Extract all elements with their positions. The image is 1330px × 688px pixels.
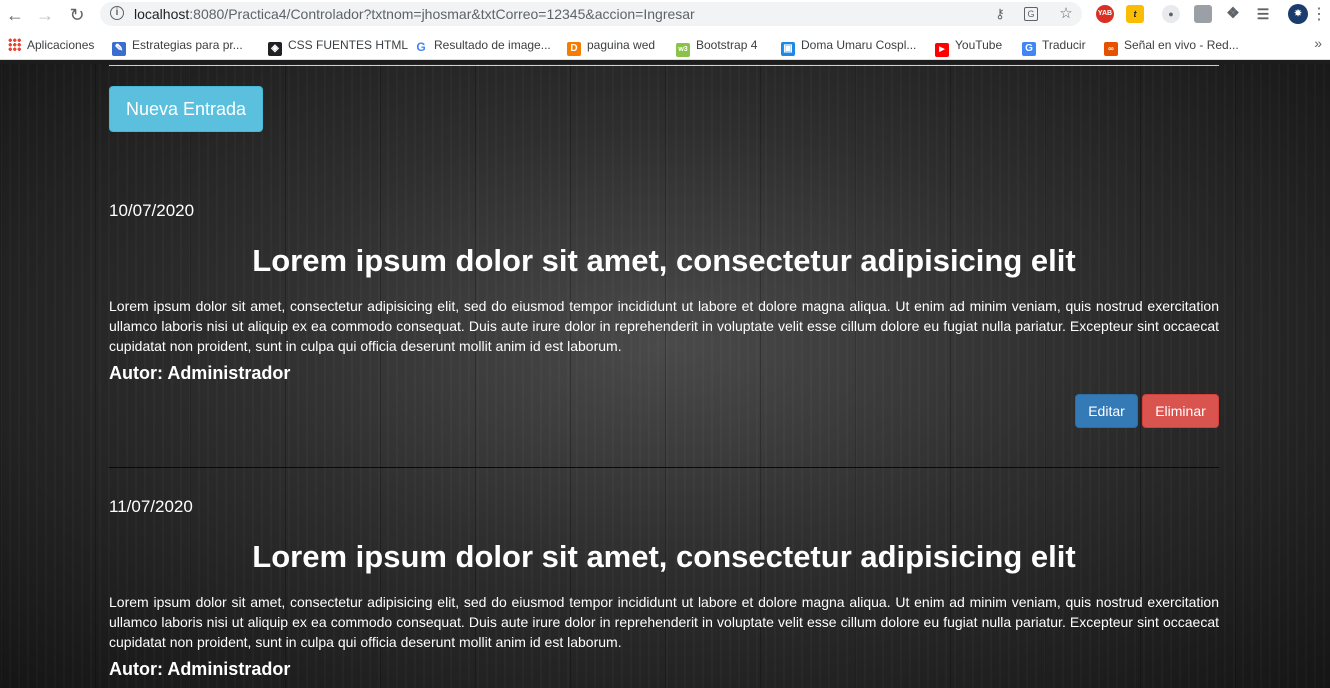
divider xyxy=(109,467,1219,468)
page-icon: ✎ xyxy=(112,42,126,56)
browser-toolbar: ← → ↻ i localhost:8080/Practica4/Control… xyxy=(0,0,1330,30)
bookmark-css-fuentes[interactable]: ◈ CSS FUENTES HTML xyxy=(268,37,409,56)
extensions-puzzle-icon[interactable]: ❖ xyxy=(1224,5,1242,23)
bookmark-resultado[interactable]: G Resultado de image... xyxy=(414,37,551,54)
bookmark-bootstrap[interactable]: w3 Bootstrap 4 xyxy=(676,37,758,57)
bookmark-label: CSS FUENTES HTML xyxy=(288,38,409,52)
back-arrow-icon[interactable]: ← xyxy=(4,4,26,26)
url-path: :8080/Practica4/Controlador?txtnom=jhosm… xyxy=(189,6,695,22)
extension-yab-icon[interactable]: YAB xyxy=(1096,5,1114,23)
youtube-icon: ▶ xyxy=(935,43,949,57)
post-body: Lorem ipsum dolor sit amet, consectetur … xyxy=(109,594,1219,650)
post-title: Lorem ipsum dolor sit amet, consectetur … xyxy=(252,539,1076,574)
url-host: localhost xyxy=(134,6,190,22)
bookmarks-overflow-icon[interactable]: » xyxy=(1314,35,1322,51)
bookmark-label: YouTube xyxy=(955,38,1003,52)
post-date: 10/07/2020 xyxy=(109,201,195,220)
bookmark-label: Resultado de image... xyxy=(434,38,551,52)
google-icon: G xyxy=(414,40,428,54)
new-entry-button[interactable]: Nueva Entrada xyxy=(109,86,263,132)
bag-icon: ▣ xyxy=(781,42,795,56)
live-icon: ∞ xyxy=(1104,42,1118,56)
bookmark-youtube[interactable]: ▶ YouTube xyxy=(935,37,1003,57)
info-icon[interactable]: i xyxy=(110,6,124,20)
edit-button[interactable]: Editar xyxy=(1075,394,1138,428)
extension-cube-icon[interactable] xyxy=(1194,5,1212,23)
bookmark-doma-umaru[interactable]: ▣ Doma Umaru Cospl... xyxy=(781,37,917,56)
forward-arrow-icon[interactable]: → xyxy=(34,4,56,26)
bookmark-estrategias[interactable]: ✎ Estrategias para pr... xyxy=(112,37,243,56)
key-icon[interactable]: ⚷ xyxy=(992,6,1008,22)
menu-kebab-icon[interactable]: ⋮ xyxy=(1308,4,1330,26)
apps-grid-icon xyxy=(8,38,21,51)
bookmark-label: Aplicaciones xyxy=(27,38,95,52)
divider xyxy=(109,65,1219,66)
post-body: Lorem ipsum dolor sit amet, consectetur … xyxy=(109,298,1219,354)
bookmark-label: Señal en vivo - Red... xyxy=(1124,38,1239,52)
page-content: Nueva Entrada 10/07/2020 Lorem ipsum dol… xyxy=(0,64,1330,688)
bookmark-label: Traducir xyxy=(1042,38,1086,52)
translate-icon[interactable]: G xyxy=(1024,7,1038,21)
bookmark-label: Doma Umaru Cospl... xyxy=(801,38,917,52)
media-queue-icon[interactable]: ☰ xyxy=(1254,5,1272,23)
address-bar[interactable]: i localhost:8080/Practica4/Controlador?t… xyxy=(100,2,1082,26)
d-icon: D xyxy=(567,42,581,56)
bookmarks-bar: Aplicaciones ✎ Estrategias para pr... ◈ CS… xyxy=(0,30,1330,60)
post-date: 11/07/2020 xyxy=(109,497,193,516)
post-title: Lorem ipsum dolor sit amet, consectetur … xyxy=(252,243,1076,278)
post-author: Autor: Administrador xyxy=(109,363,291,383)
w3-icon: w3 xyxy=(676,43,690,57)
profile-avatar-icon[interactable]: ✸ xyxy=(1288,4,1308,24)
post-entry: 11/07/2020 Lorem ipsum dolor sit amet, c… xyxy=(109,497,1219,688)
bookmark-traducir[interactable]: G Traducir xyxy=(1022,37,1086,56)
extension-t-icon[interactable]: t xyxy=(1126,5,1144,23)
post-author: Autor: Administrador xyxy=(109,659,291,679)
extension-koala-icon[interactable]: ● xyxy=(1162,5,1180,23)
bookmark-label: paguina wed xyxy=(587,38,656,52)
codepen-icon: ◈ xyxy=(268,42,282,56)
translate-icon: G xyxy=(1022,42,1036,56)
post-entry: 10/07/2020 Lorem ipsum dolor sit amet, c… xyxy=(109,201,1219,471)
star-icon[interactable]: ☆ xyxy=(1058,6,1074,22)
url-text[interactable]: localhost:8080/Practica4/Controlador?txt… xyxy=(134,6,695,22)
bookmark-paguina[interactable]: Dpaguina wed xyxy=(567,37,656,56)
bookmark-label: Bootstrap 4 xyxy=(696,38,758,52)
bookmark-label: Estrategias para pr... xyxy=(132,38,243,52)
bookmark-senal[interactable]: ∞ Señal en vivo - Red... xyxy=(1104,37,1239,56)
bookmark-apps[interactable]: Aplicaciones xyxy=(8,37,94,53)
delete-button[interactable]: Eliminar xyxy=(1142,394,1219,428)
reload-icon[interactable]: ↻ xyxy=(66,4,88,26)
